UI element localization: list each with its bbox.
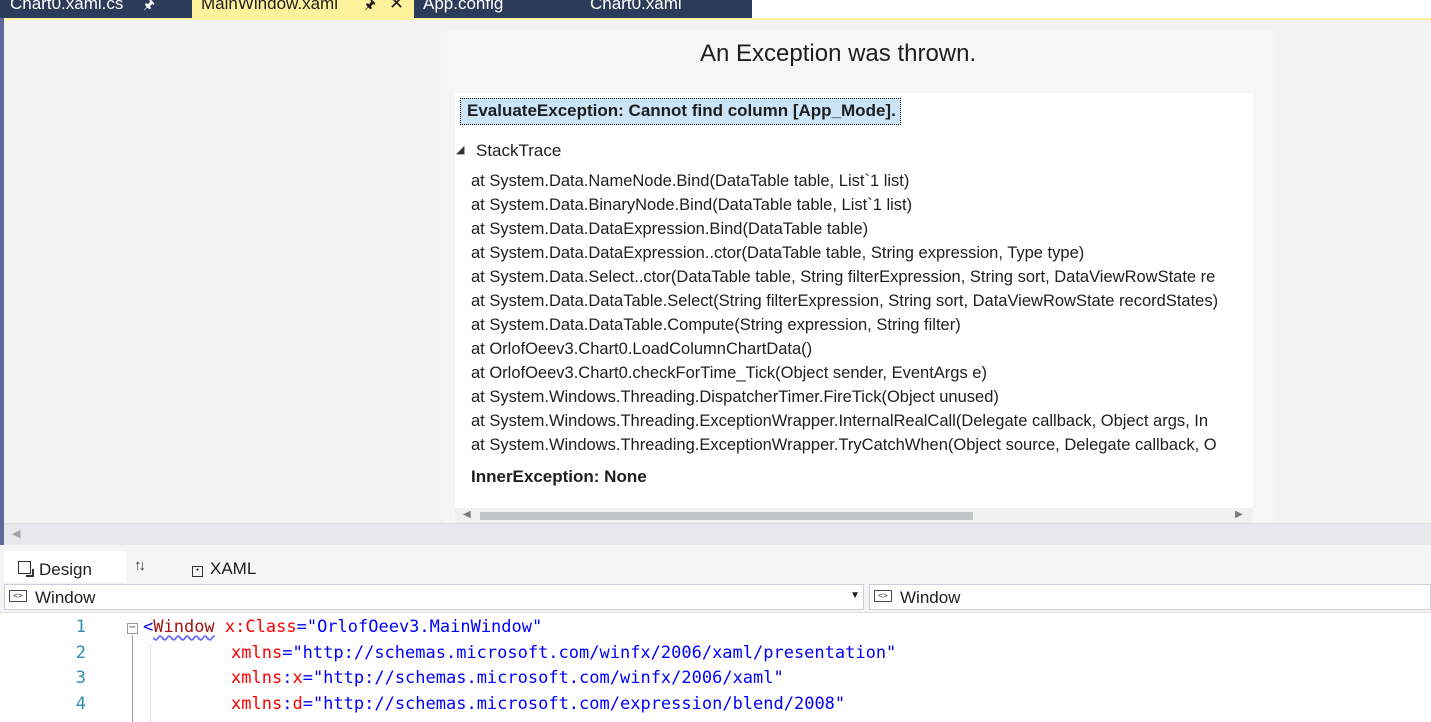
stack-trace-list: at System.Data.NameNode.Bind(DataTable t… xyxy=(471,171,1218,459)
close-icon[interactable]: ✕ xyxy=(389,0,404,12)
tab-label: App.config xyxy=(423,0,504,13)
code-token-attr: xmlns xyxy=(231,668,283,688)
dropdown-arrow-icon[interactable]: ▼ xyxy=(850,590,860,601)
type-dropdown[interactable]: <> Window ▼ xyxy=(4,584,864,610)
document-tab-strip: Chart0.xaml.cs 🖈︎ MainWindow.xaml 🖈︎ ✕ A… xyxy=(0,0,1431,20)
stack-trace-line: at System.Data.NameNode.Bind(DataTable t… xyxy=(471,172,910,190)
swap-panes-icon[interactable]: ↑↓ xyxy=(134,557,146,574)
scroll-right-arrow-icon[interactable]: ▶ xyxy=(1235,509,1243,520)
code-token-attr: xmlns xyxy=(231,694,283,714)
stack-trace-line: at System.Data.BinaryNode.Bind(DataTable… xyxy=(471,196,913,214)
stack-trace-line: at System.Windows.Threading.ExceptionWra… xyxy=(471,436,1217,454)
member-dropdown-value: Window xyxy=(900,588,961,607)
line-number: 3 xyxy=(75,668,86,688)
element-icon: <> xyxy=(874,590,892,602)
code-token-val: "http://schemas.microsoft.com/winfx/2006… xyxy=(312,668,784,688)
exception-panel: EvaluateException: Cannot find column [A… xyxy=(455,93,1253,523)
code-line: xmlns="http://schemas.microsoft.com/winf… xyxy=(231,643,896,663)
scroll-left-arrow-icon[interactable]: ◀ xyxy=(12,527,20,540)
design-view-tab[interactable]: Design xyxy=(4,551,126,582)
code-token-val: "OrlofOeev3.MainWindow" xyxy=(306,617,543,637)
code-token-punc: : xyxy=(282,694,293,714)
xaml-code-editor[interactable]: 1 2 3 4 − <Window x:Class="OrlofOeev3.Ma… xyxy=(0,612,1431,722)
code-token-punc: = xyxy=(282,643,293,663)
scroll-left-arrow-icon[interactable]: ◀ xyxy=(463,509,471,520)
pin-icon[interactable]: 🖈︎ xyxy=(364,0,376,12)
stack-trace-line: at OrlofOeev3.Chart0.LoadColumnChartData… xyxy=(471,340,813,358)
element-icon: <> xyxy=(9,590,27,602)
design-tab-label: Design xyxy=(39,560,92,579)
indent-guide-line xyxy=(150,645,151,722)
code-token-attr: xmlns xyxy=(231,643,283,663)
code-token-punc: = xyxy=(302,694,313,714)
inner-exception: InnerException: None xyxy=(471,467,647,486)
code-token-punc: = xyxy=(296,617,307,637)
tab-chart0-xaml-cs[interactable]: Chart0.xaml.cs 🖈︎ xyxy=(0,0,168,18)
code-token-elem: Window xyxy=(153,617,215,637)
code-token-attr: x:Class xyxy=(224,617,297,637)
navigation-bar: <> Window ▼ <> Window xyxy=(0,582,1431,612)
exception-message[interactable]: EvaluateException: Cannot find column [A… xyxy=(460,98,901,125)
code-token-punc: = xyxy=(302,668,313,688)
error-title: An Exception was thrown. xyxy=(700,40,977,67)
tab-label: MainWindow.xaml xyxy=(201,0,338,13)
code-line: xmlns:x="http://schemas.microsoft.com/wi… xyxy=(231,668,784,688)
tab-mainwindow-xaml[interactable]: MainWindow.xaml 🖈︎ ✕ xyxy=(192,0,414,18)
stack-trace-header[interactable]: StackTrace xyxy=(476,141,561,161)
code-token-punc: : xyxy=(282,668,293,688)
code-token-val: "http://schemas.microsoft.com/expression… xyxy=(312,694,846,714)
xaml-view-icon[interactable]: • xyxy=(192,566,203,577)
stack-trace-line: at System.Windows.Threading.ExceptionWra… xyxy=(471,412,1209,430)
panel-horizontal-scrollbar[interactable]: ◀ ▶ xyxy=(455,508,1253,523)
xaml-tab-label[interactable]: XAML xyxy=(210,559,256,579)
code-line: <Window x:Class="OrlofOeev3.MainWindow" xyxy=(143,617,542,637)
scroll-thumb[interactable] xyxy=(480,512,973,520)
code-token-punc: < xyxy=(143,617,154,637)
code-token-attr: d xyxy=(292,694,303,714)
line-number: 4 xyxy=(75,694,86,714)
designer-horizontal-scrollbar[interactable]: ◀ xyxy=(4,523,1431,545)
stack-trace-line: at System.Data.Select..ctor(DataTable ta… xyxy=(471,268,1216,286)
fold-toggle-icon[interactable]: − xyxy=(127,623,138,634)
tab-app-config[interactable]: App.config xyxy=(414,0,574,18)
code-line: xmlns:d="http://schemas.microsoft.com/ex… xyxy=(231,694,845,714)
stack-trace-line: at System.Data.DataExpression..ctor(Data… xyxy=(471,244,1085,262)
stack-trace-line: at OrlofOeev3.Chart0.checkForTime_Tick(O… xyxy=(471,364,987,382)
stack-trace-line: at System.Data.DataExpression.Bind(DataT… xyxy=(471,220,869,238)
stack-trace-line: at System.Data.DataTable.Select(String f… xyxy=(471,292,1219,310)
type-dropdown-value: Window xyxy=(35,588,96,607)
design-view-icon xyxy=(18,561,34,577)
code-token-attr: x xyxy=(292,668,303,688)
tab-label: Chart0.xaml xyxy=(590,0,682,13)
line-number: 1 xyxy=(75,617,86,637)
stack-trace-line: at System.Data.DataTable.Compute(String … xyxy=(471,316,961,334)
pin-icon[interactable]: 🖈︎ xyxy=(143,0,155,12)
collapse-triangle-icon[interactable]: ◢ xyxy=(456,143,464,156)
line-number: 2 xyxy=(75,643,86,663)
member-dropdown[interactable]: <> Window xyxy=(869,584,1431,610)
view-switcher: Design ↑↓ • XAML xyxy=(0,545,1431,582)
tab-label: Chart0.xaml.cs xyxy=(10,0,124,13)
stack-trace-line: at System.Windows.Threading.DispatcherTi… xyxy=(471,388,999,406)
tab-chart0-xaml[interactable]: Chart0.xaml xyxy=(580,0,750,18)
fold-guide-line xyxy=(132,635,133,722)
code-token-val: "http://schemas.microsoft.com/winfx/2006… xyxy=(292,643,897,663)
